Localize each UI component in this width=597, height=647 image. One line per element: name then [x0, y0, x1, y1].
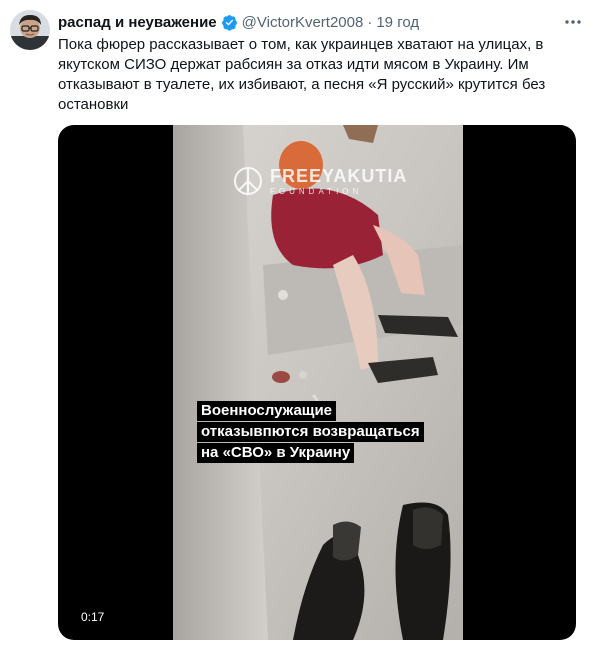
watermark-subtitle: FOUNDATION	[270, 186, 363, 196]
watermark-title: FREEYAKUTIA	[270, 165, 408, 186]
video-duration: 0:17	[76, 608, 110, 626]
video-watermark: FREEYAKUTIA FOUNDATION	[232, 165, 407, 197]
video-caption: Военнослужащие отказывпются возвращаться…	[197, 401, 439, 464]
peace-icon	[232, 165, 264, 197]
video-player[interactable]: FREEYAKUTIA FOUNDATION Военнослужащие от…	[58, 125, 576, 640]
separator-dot: ·	[367, 13, 373, 31]
verified-badge-icon	[221, 14, 238, 31]
timestamp[interactable]: 19 год	[376, 14, 419, 31]
more-options-icon[interactable]	[563, 14, 583, 30]
tweet-header: распад и неуважение @VictorKvert2008 · 1…	[58, 12, 569, 32]
caption-line: на «СВО» в Украину	[197, 443, 355, 463]
avatar[interactable]	[10, 10, 50, 50]
author-display-name[interactable]: распад и неуважение	[58, 14, 217, 31]
video-frame	[173, 125, 463, 640]
author-handle[interactable]: @VictorKvert2008	[242, 14, 364, 31]
caption-line: Военнослужащие	[197, 401, 337, 421]
caption-line: отказывпются возвращаться	[197, 422, 424, 442]
tweet-text: Пока фюрер рассказывает о том, как украи…	[58, 36, 546, 113]
tweet[interactable]: распад и неуважение @VictorKvert2008 · 1…	[0, 0, 597, 647]
